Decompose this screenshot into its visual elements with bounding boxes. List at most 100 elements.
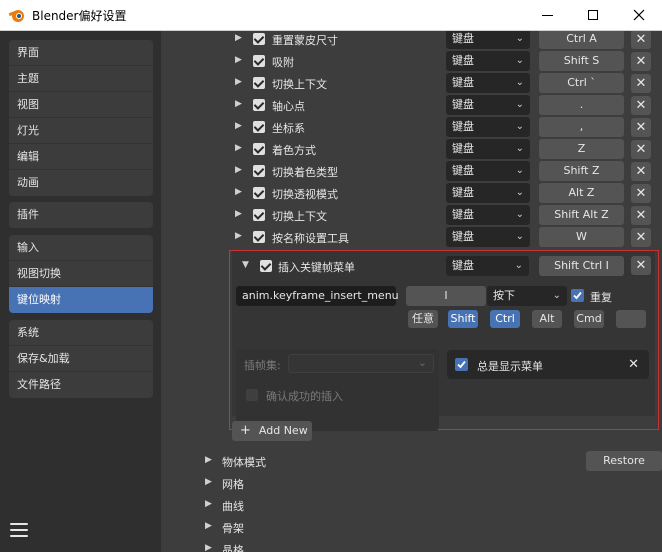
expand-arrow-icon[interactable]: ▶ xyxy=(205,543,212,552)
sidebar-item-viewport[interactable]: 视图 xyxy=(9,92,153,118)
sidebar-item-lights[interactable]: 灯光 xyxy=(9,118,153,144)
event-type-dropdown[interactable]: 按下 ⌄ xyxy=(487,286,567,306)
sidebar-item-interface[interactable]: 界面 xyxy=(9,40,153,66)
sidebar-item-system[interactable]: 系统 xyxy=(9,320,153,346)
confirm-success-checkbox[interactable] xyxy=(246,389,258,401)
operator-id-field[interactable]: anim.keyframe_insert_menu xyxy=(236,286,399,306)
remove-item-button[interactable]: ✕ xyxy=(631,256,651,275)
expand-arrow-icon[interactable]: ▶ xyxy=(235,77,242,87)
expand-arrow-icon[interactable]: ▶ xyxy=(235,187,242,197)
enable-checkbox[interactable] xyxy=(253,231,265,243)
keymap-item-name: 重置蒙皮尺寸 xyxy=(272,34,338,47)
key-binding-button[interactable]: Z xyxy=(539,139,624,159)
key-binding-button[interactable]: Shift Ctrl I xyxy=(539,256,624,276)
enable-checkbox[interactable] xyxy=(253,187,265,199)
key-capture-field[interactable]: I xyxy=(406,286,486,306)
expand-arrow-icon[interactable]: ▶ xyxy=(205,521,212,531)
key-binding-button[interactable]: Alt Z xyxy=(539,183,624,203)
modifier-button[interactable] xyxy=(616,310,646,328)
remove-item-button[interactable]: ✕ xyxy=(631,31,651,49)
modifier-button[interactable]: 任意 xyxy=(408,310,438,328)
key-binding-button[interactable]: , xyxy=(539,117,624,137)
expand-arrow-icon[interactable]: ▶ xyxy=(235,165,242,175)
expand-arrow-icon[interactable]: ▶ xyxy=(205,455,212,465)
expand-arrow-icon[interactable]: ▶ xyxy=(235,209,242,219)
expand-arrow-icon[interactable]: ▶ xyxy=(235,121,242,131)
enable-checkbox[interactable] xyxy=(253,143,265,155)
expand-arrow-icon[interactable]: ▶ xyxy=(235,55,242,65)
key-binding-button[interactable]: Ctrl A xyxy=(539,31,624,49)
device-dropdown[interactable]: 键盘 ⌄ xyxy=(446,183,530,203)
remove-item-button[interactable]: ✕ xyxy=(631,228,651,247)
expand-arrow-icon[interactable]: ▶ xyxy=(205,477,212,487)
repeat-checkbox[interactable] xyxy=(571,289,584,302)
key-binding-button[interactable]: Ctrl ` xyxy=(539,73,624,93)
keymap-section[interactable]: ▶ 晶格 xyxy=(161,539,662,552)
expand-arrow-icon[interactable]: ▶ xyxy=(235,231,242,241)
modifier-button[interactable]: Ctrl xyxy=(490,310,520,328)
key-binding-button[interactable]: . xyxy=(539,95,624,115)
modifier-button[interactable]: Cmd xyxy=(574,310,604,328)
chevron-down-icon: ⌄ xyxy=(515,99,524,110)
device-dropdown[interactable]: 键盘 ⌄ xyxy=(446,256,529,276)
device-dropdown[interactable]: 键盘 ⌄ xyxy=(446,95,530,115)
device-dropdown[interactable]: 键盘 ⌄ xyxy=(446,227,530,247)
keymap-section[interactable]: ▶ 物体模式 xyxy=(161,451,662,473)
close-icon[interactable]: ✕ xyxy=(628,357,639,372)
modifier-button[interactable]: Alt xyxy=(532,310,562,328)
expand-arrow-icon[interactable]: ▶ xyxy=(235,33,242,43)
device-dropdown[interactable]: 键盘 ⌄ xyxy=(446,31,530,49)
enable-checkbox[interactable] xyxy=(253,165,265,177)
keymap-section[interactable]: ▶ 骨架 xyxy=(161,517,662,539)
key-binding-button[interactable]: Shift S xyxy=(539,51,624,71)
keymap-section[interactable]: ▶ 曲线 xyxy=(161,495,662,517)
sidebar-item-keymap[interactable]: 键位映射 xyxy=(9,287,153,313)
remove-item-button[interactable]: ✕ xyxy=(631,162,651,181)
enable-checkbox[interactable] xyxy=(253,209,265,221)
sidebar-item-addons[interactable]: 插件 xyxy=(9,202,153,228)
sidebar-item-navigation[interactable]: 视图切换 xyxy=(9,261,153,287)
keying-set-dropdown[interactable]: ⌄ xyxy=(288,354,434,373)
key-binding-button[interactable]: W xyxy=(539,227,624,247)
sidebar-item-animation[interactable]: 动画 xyxy=(9,170,153,196)
enable-checkbox[interactable] xyxy=(260,260,272,272)
add-new-button[interactable]: + Add New xyxy=(232,421,312,441)
remove-item-button[interactable]: ✕ xyxy=(631,52,651,71)
enable-checkbox[interactable] xyxy=(253,77,265,89)
device-dropdown[interactable]: 键盘 ⌄ xyxy=(446,51,530,71)
enable-checkbox[interactable] xyxy=(253,121,265,133)
keymap-section[interactable]: ▶ 网格 xyxy=(161,473,662,495)
expand-arrow-icon[interactable]: ▶ xyxy=(235,99,242,109)
key-binding-button[interactable]: Shift Z xyxy=(539,161,624,181)
sidebar-item-file-paths[interactable]: 文件路径 xyxy=(9,372,153,398)
remove-item-button[interactable]: ✕ xyxy=(631,118,651,137)
sidebar-item-themes[interactable]: 主题 xyxy=(9,66,153,92)
maximize-button[interactable] xyxy=(570,0,616,30)
collapse-arrow-icon[interactable]: ▼ xyxy=(242,260,249,270)
remove-item-button[interactable]: ✕ xyxy=(631,140,651,159)
remove-item-button[interactable]: ✕ xyxy=(631,74,651,93)
close-button[interactable] xyxy=(616,0,662,30)
hamburger-menu-icon[interactable] xyxy=(10,523,28,541)
minimize-button[interactable] xyxy=(524,0,570,30)
enable-checkbox[interactable] xyxy=(253,55,265,67)
device-dropdown[interactable]: 键盘 ⌄ xyxy=(446,139,530,159)
device-dropdown[interactable]: 键盘 ⌄ xyxy=(446,161,530,181)
remove-item-button[interactable]: ✕ xyxy=(631,184,651,203)
expand-arrow-icon[interactable]: ▶ xyxy=(205,499,212,509)
expand-arrow-icon[interactable]: ▶ xyxy=(235,143,242,153)
enable-checkbox[interactable] xyxy=(253,99,265,111)
always-show-menu-checkbox[interactable] xyxy=(455,358,468,371)
sidebar-item-save-load[interactable]: 保存&加载 xyxy=(9,346,153,372)
enable-checkbox[interactable] xyxy=(253,33,265,45)
device-dropdown[interactable]: 键盘 ⌄ xyxy=(446,73,530,93)
key-binding-button[interactable]: Shift Alt Z xyxy=(539,205,624,225)
modifier-button[interactable]: Shift xyxy=(448,310,478,328)
device-dropdown[interactable]: 键盘 ⌄ xyxy=(446,205,530,225)
device-dropdown[interactable]: 键盘 ⌄ xyxy=(446,117,530,137)
remove-item-button[interactable]: ✕ xyxy=(631,96,651,115)
sidebar-item-editing[interactable]: 编辑 xyxy=(9,144,153,170)
sidebar-item-input[interactable]: 输入 xyxy=(9,235,153,261)
device-value: 键盘 xyxy=(452,120,474,133)
remove-item-button[interactable]: ✕ xyxy=(631,206,651,225)
